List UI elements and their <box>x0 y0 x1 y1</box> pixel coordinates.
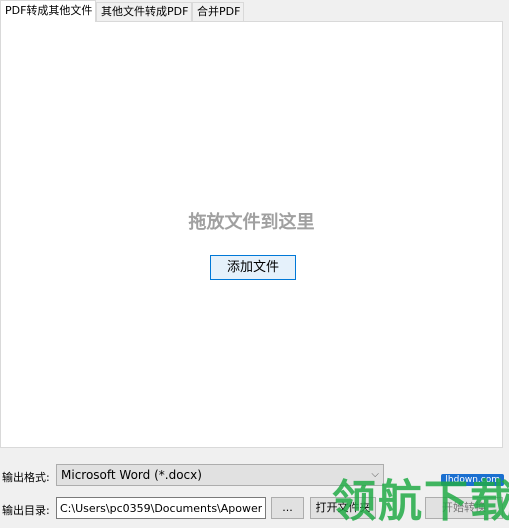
browse-button[interactable]: ... <box>271 497 304 519</box>
tab-pdf-to-other[interactable]: PDF转成其他文件 <box>0 0 96 22</box>
add-file-button[interactable]: 添加文件 <box>210 255 296 280</box>
output-dir-label: 输出目录: <box>2 504 50 517</box>
output-dir-input[interactable] <box>56 497 266 519</box>
open-folder-button[interactable]: 打开文件夹 <box>310 497 376 519</box>
drop-hint-text: 拖放文件到这里 <box>188 212 315 233</box>
tab-merge-pdf[interactable]: 合并PDF <box>192 2 244 21</box>
drop-zone[interactable]: 拖放文件到这里 添加文件 <box>0 21 503 448</box>
output-format-select[interactable]: Microsoft Word (*.docx) ⌵ <box>56 464 384 486</box>
watermark-site: lhdown.com <box>441 474 504 486</box>
chevron-down-icon: ⌵ <box>371 469 379 480</box>
output-format-value: Microsoft Word (*.docx) <box>61 468 202 482</box>
tab-bar: PDF转成其他文件 其他文件转成PDF 合并PDF <box>0 0 509 22</box>
tab-other-to-pdf[interactable]: 其他文件转成PDF <box>96 2 192 21</box>
start-convert-button[interactable]: 开始转换 <box>425 497 503 519</box>
output-format-label: 输出格式: <box>2 471 50 484</box>
